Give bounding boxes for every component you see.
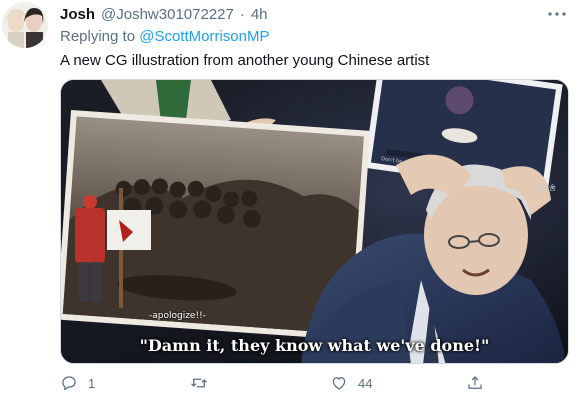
author-handle[interactable]: @Joshw301072227 xyxy=(101,6,234,23)
tweet-text: A new CG illustration from another young… xyxy=(60,52,430,69)
image-caption: "Damn it, they know what we've done!" xyxy=(139,336,490,355)
sub-caption: -apologize!!- xyxy=(149,311,206,321)
reply-count: 1 xyxy=(88,375,96,391)
tweet[interactable]: Josh @Joshw301072227 · 4h Replying to @S… xyxy=(0,0,585,408)
avatar-image xyxy=(2,2,48,48)
tweet-header: Josh @Joshw301072227 · 4h xyxy=(60,4,268,24)
tweet-actions: 1 44 xyxy=(60,374,500,394)
illustration-image: Don't be afraid 大鱼舍 xyxy=(61,80,568,363)
reply-action[interactable]: 1 xyxy=(60,374,95,392)
retweet-action[interactable] xyxy=(190,374,218,392)
like-action[interactable]: 44 xyxy=(330,374,372,392)
replying-prefix: Replying to xyxy=(60,28,136,45)
separator-dot: · xyxy=(239,5,245,23)
replying-to: Replying to @ScottMorrisonMP xyxy=(60,28,269,45)
reply-icon[interactable] xyxy=(60,374,78,392)
tweet-media[interactable]: Don't be afraid 大鱼舍 -apologize!!- "Damn … xyxy=(60,79,569,364)
share-action[interactable] xyxy=(466,374,494,392)
share-icon[interactable] xyxy=(466,374,484,392)
avatar[interactable] xyxy=(2,2,48,48)
replying-to-link[interactable]: @ScottMorrisonMP xyxy=(139,28,269,45)
author-name[interactable]: Josh xyxy=(60,6,95,23)
heart-icon[interactable] xyxy=(330,374,348,392)
watermark-text: 大鱼舍 xyxy=(535,183,556,192)
retweet-icon[interactable] xyxy=(190,374,208,392)
like-count: 44 xyxy=(358,375,373,391)
more-horizontal-icon[interactable] xyxy=(545,6,569,22)
tweet-time[interactable]: 4h xyxy=(251,6,268,23)
